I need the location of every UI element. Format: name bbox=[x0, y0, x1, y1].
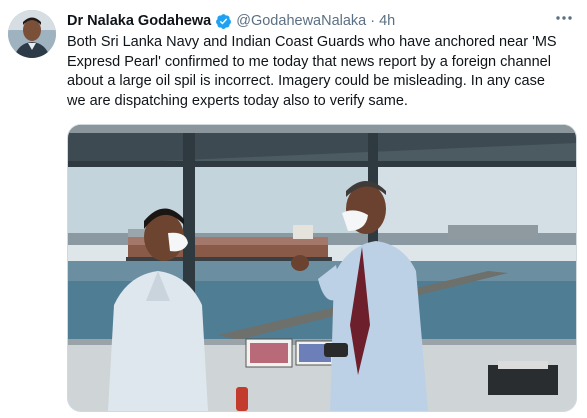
author-name[interactable]: Dr Nalaka Godahewa bbox=[67, 13, 211, 29]
tweet-time[interactable]: 4h bbox=[379, 13, 395, 29]
tweet-text-line: Expresd Pearl' confirmed to me today tha… bbox=[67, 53, 551, 70]
verified-badge-icon bbox=[216, 13, 232, 29]
avatar[interactable] bbox=[8, 10, 56, 58]
tweet-text-line: Both Sri Lanka Navy and Indian Coast Gua… bbox=[67, 34, 557, 50]
separator-dot: · bbox=[370, 13, 376, 29]
author-handle[interactable]: @GodahewaNalaka bbox=[236, 13, 366, 29]
tweet: Dr Nalaka Godahewa @GodahewaNalaka · 4h … bbox=[0, 0, 587, 418]
tweet-header: Dr Nalaka Godahewa @GodahewaNalaka · 4h bbox=[67, 11, 395, 31]
tweet-text-line: we are dispatching experts today also to… bbox=[67, 92, 408, 109]
tweet-text-line: about a large oil spil is incorrect. Ima… bbox=[67, 73, 545, 90]
tweet-text: Both Sri Lanka Navy and Indian Coast Gua… bbox=[67, 33, 577, 111]
tweet-photo[interactable] bbox=[67, 124, 577, 412]
more-options-icon[interactable] bbox=[552, 8, 576, 28]
